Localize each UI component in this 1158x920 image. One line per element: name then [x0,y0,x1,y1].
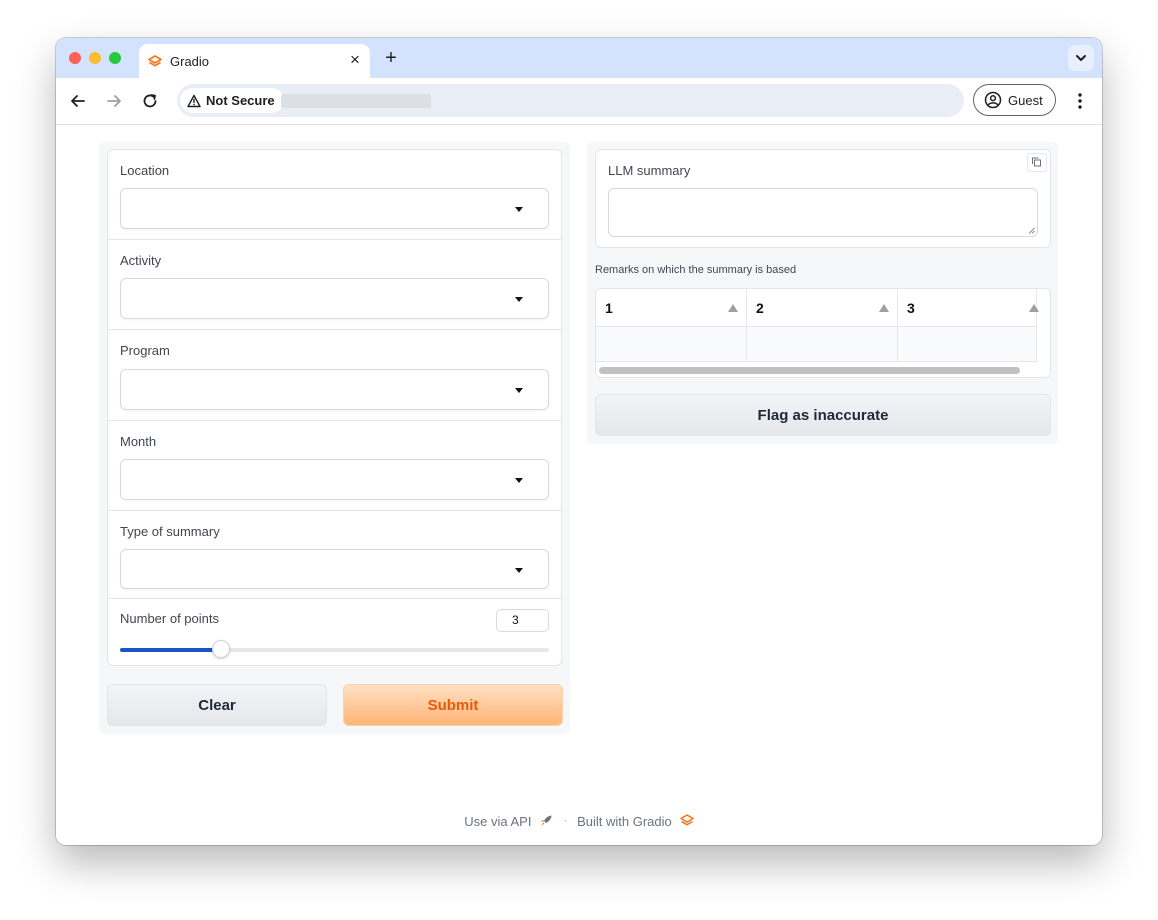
dropdown-arrow-icon [515,207,523,212]
browser-tab[interactable]: Gradio × [139,44,370,78]
location-dropdown[interactable] [120,188,549,229]
month-field: Month [108,421,561,511]
table-header-cell[interactable]: 1 [596,289,747,327]
table-cell[interactable] [596,327,747,362]
summary-panel: LLM summary [595,149,1051,248]
tab-strip: Gradio × + [56,38,1102,78]
output-column: LLM summary Remarks on which the summary… [587,142,1058,444]
points-slider[interactable] [120,640,549,658]
dropdown-arrow-icon [515,297,523,302]
security-label: Not Secure [206,93,275,108]
address-bar[interactable]: Not Secure [177,84,964,117]
zoom-window-button[interactable] [109,52,121,64]
slider-fill [120,648,221,652]
summary-type-field: Type of summary [108,511,561,599]
summary-textarea[interactable] [608,188,1038,237]
activity-label: Activity [120,253,162,268]
use-api-link[interactable]: Use via API [464,814,531,829]
close-tab-icon[interactable]: × [347,50,363,70]
arrow-left-icon[interactable] [68,91,88,111]
activity-dropdown[interactable] [120,278,549,319]
table-cell[interactable] [898,327,1037,362]
url-text-redacted [281,94,431,108]
resize-handle-icon[interactable] [1028,227,1035,234]
activity-field: Activity [108,240,561,330]
new-tab-button[interactable]: + [381,47,401,69]
page-content: Location Activity Program Month Type of … [56,125,1102,845]
program-field: Program [108,330,561,421]
points-number-input[interactable]: 3 [496,609,549,632]
month-label: Month [120,434,157,449]
location-label: Location [120,163,170,178]
sort-up-icon[interactable] [1029,304,1039,312]
kebab-menu-icon[interactable] [1070,90,1090,112]
month-dropdown[interactable] [120,459,549,500]
browser-window: Gradio × + Not Secure Guest Location Act… [56,38,1102,845]
arrow-right-icon[interactable] [104,91,124,111]
profile-label: Guest [1008,92,1043,108]
sort-up-icon[interactable] [728,304,738,312]
rocket-icon [541,815,552,826]
location-field: Location [108,150,561,240]
footer-separator: · [563,815,568,827]
slider-thumb[interactable] [211,640,230,658]
copy-button[interactable] [1027,153,1047,172]
table-cell[interactable] [747,327,898,362]
sort-up-icon[interactable] [879,304,889,312]
remarks-label: Remarks on which the summary is based [595,264,797,276]
account-circle-icon [984,91,1002,109]
copy-icon [1032,157,1041,167]
dropdown-arrow-icon [515,568,523,573]
flag-button[interactable]: Flag as inaccurate [595,394,1051,436]
program-dropdown[interactable] [120,369,549,410]
close-window-button[interactable] [69,52,81,64]
scrollbar-thumb[interactable] [599,367,1020,374]
horizontal-scrollbar[interactable] [596,363,1050,377]
table-header-cell[interactable]: 2 [747,289,898,327]
submit-button[interactable]: Submit [343,684,563,726]
remarks-table: 1 2 3 [595,288,1051,378]
dropdown-arrow-icon [515,478,523,483]
minimize-window-button[interactable] [89,52,101,64]
summary-label: LLM summary [608,163,691,178]
warning-triangle-icon [187,94,201,107]
gradio-logo-icon [148,55,162,67]
gradio-logo-icon [680,814,694,826]
dropdown-arrow-icon [515,388,523,393]
summary-type-label: Type of summary [120,524,220,539]
clear-button[interactable]: Clear [107,684,327,726]
browser-toolbar: Not Secure Guest [56,78,1102,125]
chevron-down-icon [1076,55,1086,61]
input-column: Location Activity Program Month Type of … [99,142,570,734]
page-footer: Use via API · Built with Gradio [56,811,1102,831]
tab-search-button[interactable] [1068,45,1094,71]
table-header-cell[interactable]: 3 [898,289,1039,327]
reload-icon[interactable] [140,91,160,111]
tab-title: Gradio [170,54,210,69]
profile-button[interactable]: Guest [973,84,1056,116]
program-label: Program [120,343,170,358]
form-panel: Location Activity Program Month Type of … [107,149,562,666]
points-field: Number of points 3 [108,599,561,665]
summary-type-dropdown[interactable] [120,549,549,589]
points-label: Number of points [120,611,219,626]
security-chip[interactable]: Not Secure [180,88,284,113]
built-with-gradio-link[interactable]: Built with Gradio [577,814,672,829]
